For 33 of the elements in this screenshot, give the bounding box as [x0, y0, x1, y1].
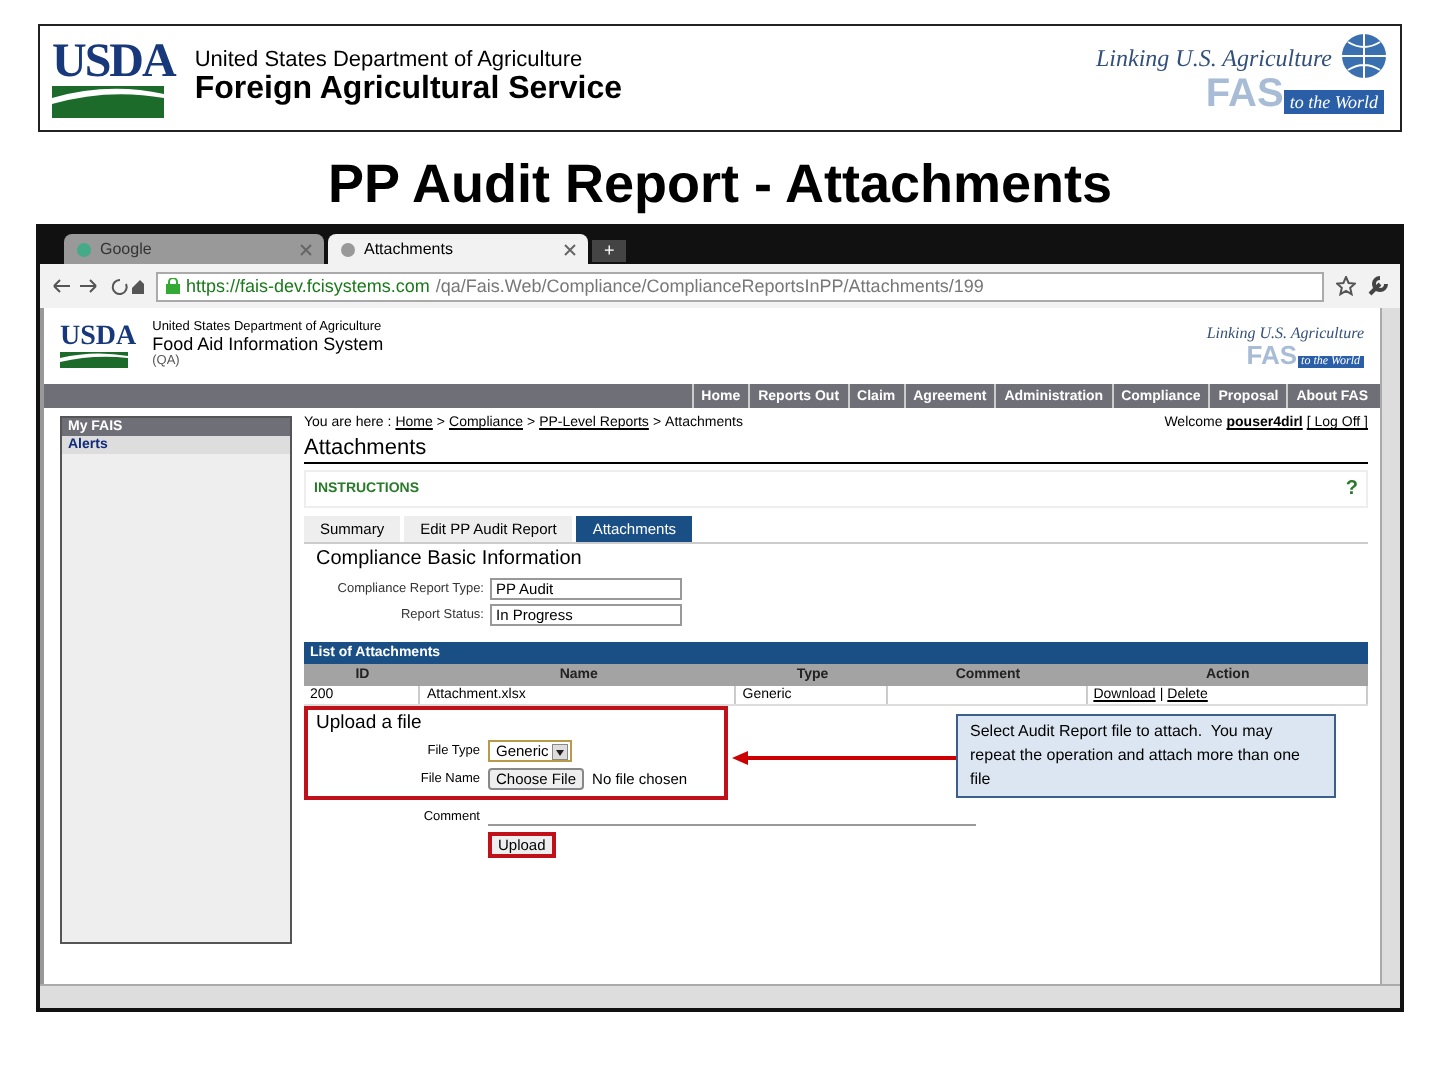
vertical-scrollbar[interactable] — [1380, 308, 1400, 984]
tagline: Linking U.S. Agriculture — [1096, 43, 1332, 73]
callout-box: Select Audit Report file to attach. You may repeat the operation and attach more than one file — [956, 714, 1336, 798]
close-icon[interactable] — [564, 243, 576, 255]
slide-title: PP Audit Report - Attachments — [327, 152, 1113, 216]
wrench-icon[interactable] — [1368, 276, 1388, 296]
tagline: Linking U.S. Agriculture — [1206, 324, 1364, 342]
world-logo-text: to the World — [1283, 89, 1384, 113]
field-stripes-icon — [52, 86, 164, 118]
star-icon[interactable] — [1336, 276, 1356, 296]
upload-title: Upload a file — [316, 712, 424, 734]
section-title: Compliance Basic Information — [314, 546, 584, 574]
favicon-icon — [76, 241, 92, 257]
service-name: Foreign Agricultural Service — [194, 72, 623, 108]
usda-logo-text: USDA — [52, 38, 175, 86]
field-stripes-icon — [60, 352, 128, 368]
address-field[interactable]: https://fais-dev.fcisystems.com /qa/Fais.Web/Compliance/ComplianceReportsInPP/Attachments/199 — [156, 271, 1324, 301]
help-button[interactable]: ? — [1345, 478, 1358, 500]
page-title: Attachments — [304, 430, 1368, 464]
browser-tab[interactable]: Attachments — [328, 234, 588, 264]
usda-logo-text: USDA — [60, 324, 137, 352]
department-name: United States Department of Agriculture — [194, 48, 585, 72]
fas-logo-text: FAS — [1205, 73, 1284, 113]
system-name: Food Aid Information System — [152, 336, 384, 355]
horizontal-scrollbar[interactable] — [40, 984, 1400, 1008]
favicon-icon — [340, 241, 356, 257]
globe-icon — [1340, 32, 1388, 80]
lock-icon — [166, 278, 180, 294]
fas-logo-text: FAS — [1246, 342, 1298, 368]
navigation-icon[interactable] — [52, 276, 144, 296]
new-tab-button[interactable]: + — [592, 240, 627, 262]
browser-tab[interactable]: Google — [64, 234, 324, 264]
dropdown-icon — [552, 743, 569, 759]
